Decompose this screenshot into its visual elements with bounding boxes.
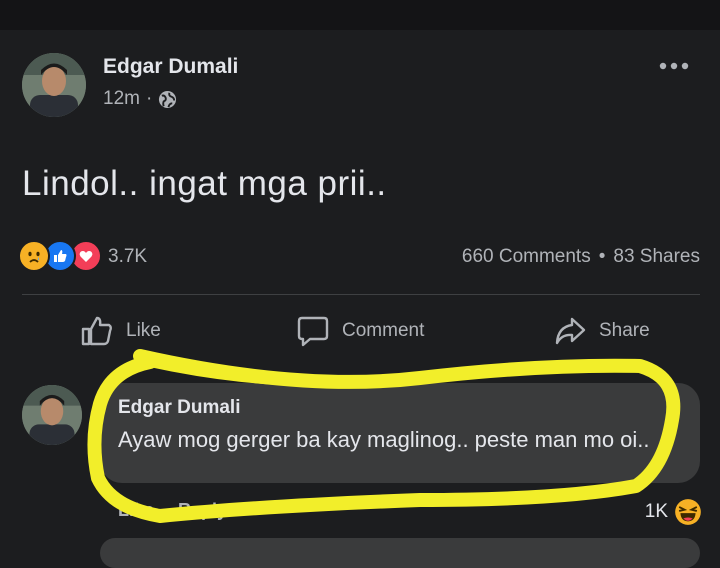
reaction-icons[interactable]: [18, 240, 102, 272]
author-avatar[interactable]: [22, 53, 86, 117]
comment-actions: Like Reply: [118, 500, 227, 521]
comment-button[interactable]: Comment: [296, 314, 424, 348]
thumbs-up-icon: [81, 316, 112, 346]
divider: [22, 294, 700, 295]
author-name[interactable]: Edgar Dumali: [103, 55, 238, 79]
more-options-icon[interactable]: [658, 60, 690, 72]
like-button[interactable]: Like: [80, 314, 161, 348]
post-time[interactable]: 12m: [103, 88, 140, 110]
haha-reaction-icon: [675, 499, 701, 525]
comment-icon: [297, 316, 329, 347]
comment-reaction-count: 1K: [644, 501, 668, 522]
comment-reaction-summary[interactable]: 1K: [645, 498, 702, 526]
comment-like-link[interactable]: Like: [118, 500, 154, 521]
stats-separator: •: [598, 246, 606, 267]
comment-reply-link[interactable]: Reply: [178, 500, 227, 521]
share-icon: [555, 317, 586, 345]
shares-count[interactable]: 83 Shares: [613, 246, 700, 268]
share-button[interactable]: Share: [553, 314, 650, 348]
globe-icon: [159, 90, 177, 108]
sad-reaction-icon: [18, 240, 50, 272]
post-meta: 12m ·: [103, 88, 177, 110]
comment-text: Ayaw mog gerger ba kay maglinog.. peste …: [118, 427, 650, 452]
comments-count[interactable]: 660 Comments: [462, 246, 591, 268]
post-stats: 660 Comments • 83 Shares: [462, 246, 700, 268]
reaction-count[interactable]: 3.7K: [108, 246, 147, 268]
share-label: Share: [599, 320, 650, 341]
commenter-name[interactable]: Edgar Dumali: [118, 397, 240, 419]
next-comment-bubble: [100, 538, 700, 568]
meta-dot: ·: [145, 88, 153, 109]
commenter-avatar[interactable]: [22, 385, 82, 445]
comment-label: Comment: [342, 320, 425, 341]
post-text: Lindol.. ingat mga prii..: [22, 164, 387, 203]
like-label: Like: [126, 320, 161, 341]
top-bar: [0, 0, 720, 30]
